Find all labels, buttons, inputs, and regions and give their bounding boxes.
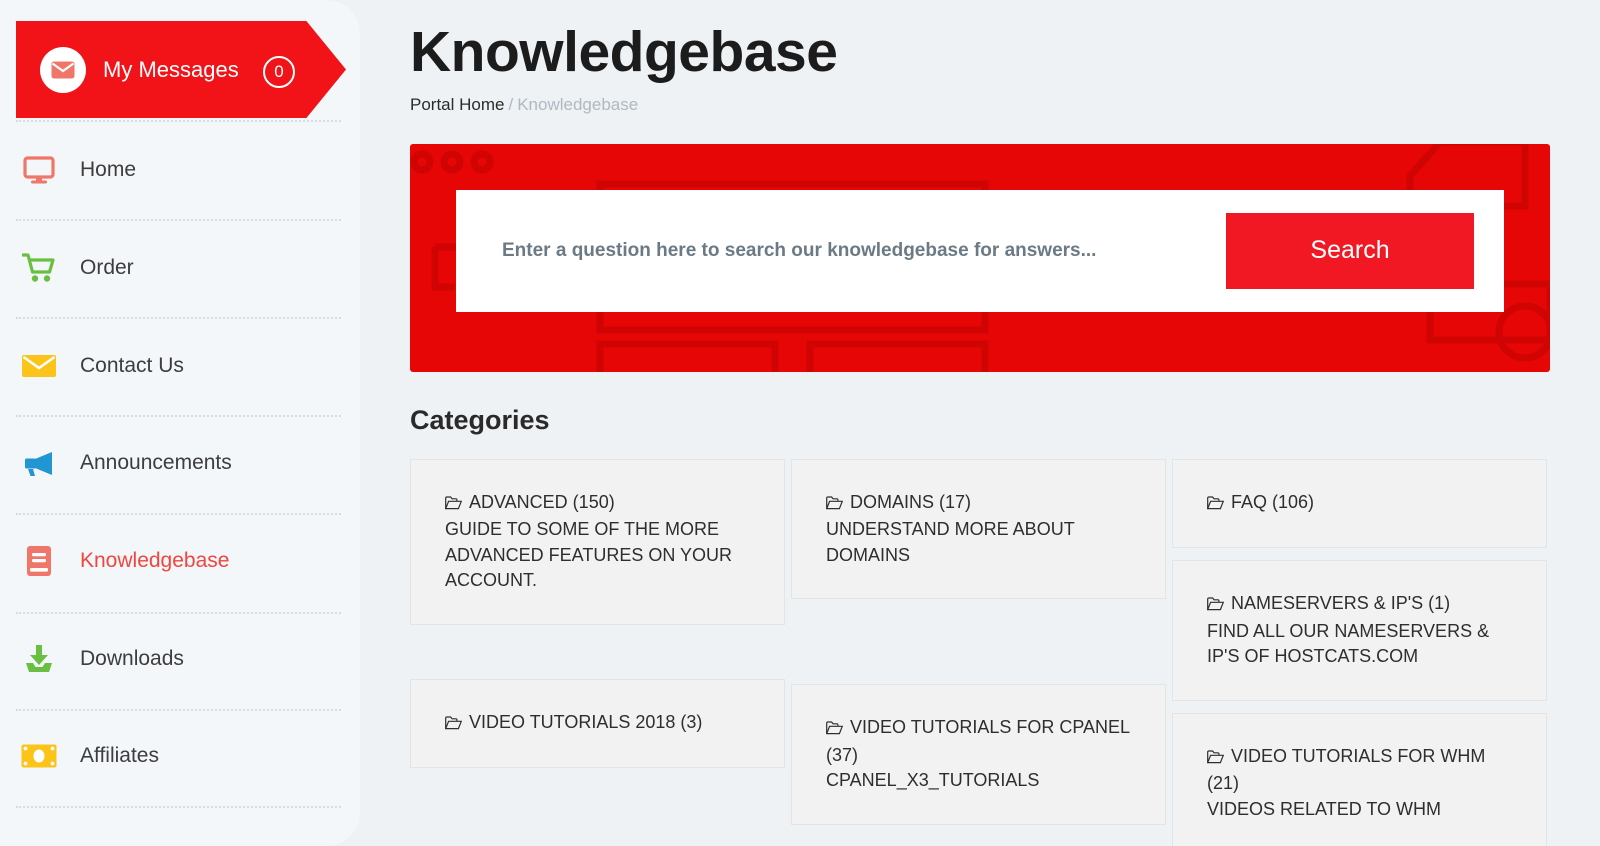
message-count-badge: 0 (263, 56, 295, 88)
categories-heading: Categories (410, 404, 550, 435)
nav-separator (16, 120, 341, 122)
category-card[interactable]: VIDEO TUTORIALS 2018 (3) (410, 678, 785, 769)
main-content: Knowledgebase Portal Home / Knowledgebase (410, 0, 1600, 846)
category-description: UNDERSTAND MORE ABOUT DOMAINS (826, 519, 1075, 565)
download-icon (16, 644, 62, 674)
category-card[interactable]: VIDEO TUTORIALS FOR WHM (21) VIDEOS RELA… (1172, 712, 1547, 846)
category-title-row: VIDEO TUTORIALS FOR CPANEL (37) (825, 715, 1131, 768)
sidebar-item-knowledgebase[interactable]: Knowledgebase (16, 536, 346, 586)
folder-open-icon (444, 712, 463, 738)
category-title-row: ADVANCED (150) (444, 490, 750, 518)
category-card[interactable]: ADVANCED (150) GUIDE TO SOME OF THE MORE… (410, 458, 785, 625)
nav-separator (16, 415, 341, 417)
category-title-row: VIDEO TUTORIALS 2018 (3) (444, 710, 750, 738)
breadcrumb-portal-home-link[interactable]: Portal Home (410, 95, 504, 114)
sidebar-item-label-order: Order (80, 256, 134, 279)
knowledgebase-search-banner: Search (410, 143, 1550, 372)
folder-open-icon (1206, 593, 1225, 619)
category-title: NAMESERVERS & IP'S (1) (1231, 593, 1451, 614)
sidebar-item-order[interactable]: Order (16, 243, 346, 293)
category-description: VIDEOS RELATED TO WHM (1207, 798, 1442, 819)
folder-open-icon (825, 492, 844, 518)
nav-separator (16, 709, 341, 711)
folder-open-icon (1206, 492, 1225, 518)
sidebar-item-label-announcements: Announcements (80, 451, 232, 474)
breadcrumb-current: Knowledgebase (517, 94, 639, 114)
category-card[interactable]: FAQ (106) (1172, 458, 1547, 549)
folder-open-icon (444, 492, 463, 518)
category-title: VIDEO TUTORIALS FOR WHM (21) (1207, 745, 1486, 794)
category-description: FIND ALL OUR NAMESERVERS & IP'S OF HOSTC… (1207, 620, 1490, 667)
sidebar: My Messages 0 Home Order Contact Us Anno… (0, 0, 380, 846)
breadcrumb-separator: / (508, 94, 514, 114)
megaphone-icon (16, 449, 62, 477)
category-card[interactable]: NAMESERVERS & IP'S (1) FIND ALL OUR NAME… (1172, 560, 1547, 701)
folder-open-icon (1206, 746, 1225, 772)
category-title: VIDEO TUTORIALS 2018 (3) (469, 711, 703, 732)
categories-column-3: FAQ (106) NAMESERVERS & IP'S (1) FIND AL… (1172, 458, 1547, 846)
category-card[interactable]: VIDEO TUTORIALS FOR CPANEL (37) CPANEL_X… (791, 684, 1166, 825)
category-title: FAQ (106) (1231, 491, 1315, 512)
envelope-icon (16, 354, 62, 378)
category-title-row: NAMESERVERS & IP'S (1) (1206, 591, 1512, 619)
sidebar-item-my-messages[interactable]: My Messages 0 (16, 21, 346, 118)
sidebar-item-label-affiliates: Affiliates (80, 744, 159, 767)
banknote-icon (16, 744, 62, 768)
sidebar-item-label-contact-us: Contact Us (80, 354, 184, 377)
sidebar-item-label-home: Home (80, 158, 137, 181)
category-title: ADVANCED (150) (469, 491, 615, 512)
category-title: DOMAINS (17) (850, 491, 972, 512)
category-title-row: FAQ (106) (1206, 490, 1512, 518)
nav-separator (16, 317, 341, 319)
sidebar-item-label-downloads: Downloads (80, 647, 184, 670)
category-card[interactable]: DOMAINS (17) UNDERSTAND MORE ABOUT DOMAI… (791, 458, 1166, 600)
sidebar-item-home[interactable]: Home (16, 145, 346, 195)
nav-separator (16, 219, 341, 221)
book-icon (16, 545, 62, 577)
nav-separator (16, 612, 341, 614)
cart-icon (16, 253, 62, 283)
envelope-icon (40, 46, 86, 93)
category-title-row: DOMAINS (17) (825, 490, 1131, 518)
category-title: VIDEO TUTORIALS FOR CPANEL (37) (826, 717, 1130, 765)
category-description: GUIDE TO SOME OF THE MORE ADVANCED FEATU… (445, 519, 733, 591)
categories-column-1: ADVANCED (150) GUIDE TO SOME OF THE MORE… (410, 458, 785, 781)
search-input[interactable] (456, 189, 1226, 312)
sidebar-item-label-my-messages: My Messages (103, 56, 239, 82)
sidebar-item-label-knowledgebase: Knowledgebase (80, 549, 230, 572)
category-description: CPANEL_X3_TUTORIALS (826, 770, 1040, 791)
sidebar-item-contact-us[interactable]: Contact Us (16, 341, 346, 391)
search-box: Search (456, 189, 1504, 312)
sidebar-background-panel (0, 0, 360, 846)
breadcrumb: Portal Home / Knowledgebase (410, 95, 1600, 115)
nav-separator (16, 513, 341, 515)
category-title-row: VIDEO TUTORIALS FOR WHM (21) (1206, 744, 1512, 797)
nav-separator (16, 806, 341, 808)
sidebar-item-affiliates[interactable]: Affiliates (16, 731, 346, 781)
categories-column-2: DOMAINS (17) UNDERSTAND MORE ABOUT DOMAI… (791, 458, 1166, 837)
page-title: Knowledgebase (410, 20, 838, 84)
monitor-icon (16, 156, 62, 184)
folder-open-icon (825, 717, 844, 743)
sidebar-item-downloads[interactable]: Downloads (16, 634, 346, 684)
sidebar-item-announcements[interactable]: Announcements (16, 438, 346, 488)
search-button[interactable]: Search (1226, 212, 1474, 289)
